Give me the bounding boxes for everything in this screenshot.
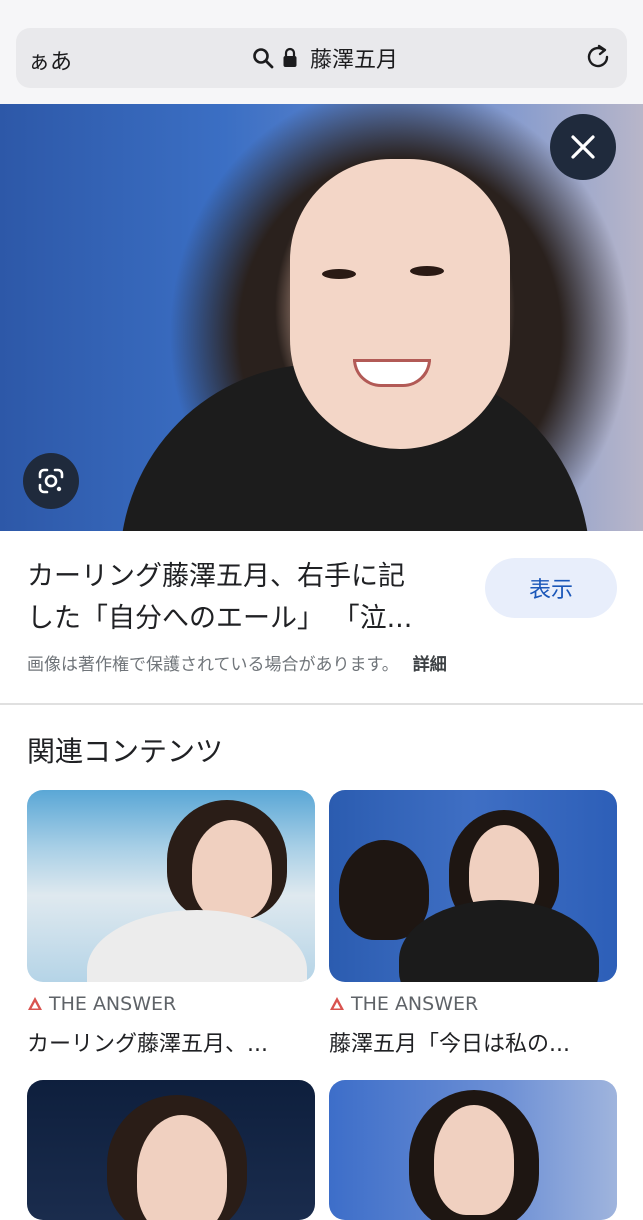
related-card-1-caption[interactable]: カーリング藤澤五月、... [27, 1026, 268, 1058]
preview-image[interactable] [0, 104, 643, 531]
divider [0, 703, 643, 705]
search-icon [253, 48, 274, 69]
image-title-line1: カーリング藤澤五月、右手に記 [27, 561, 405, 592]
related-card-4-face [434, 1105, 514, 1215]
google-lens-button[interactable] [23, 453, 79, 509]
text-size-button[interactable]: ぁあ [28, 44, 72, 76]
related-card-2-jacket [399, 900, 599, 982]
image-eye-right [410, 266, 444, 276]
image-title-line2: した「自分へのエール」 「泣... [27, 603, 413, 634]
source-triangle-icon [330, 997, 344, 1010]
related-card-2-source-label: THE ANSWER [351, 993, 479, 1015]
related-card-4-image[interactable] [329, 1080, 617, 1220]
address-bar[interactable]: ぁあ 藤澤五月 [16, 28, 627, 88]
image-title[interactable]: カーリング藤澤五月、右手に記 した「自分へのエール」 「泣... [27, 556, 457, 640]
copyright-note: 画像は著作権で保護されている場合があります。 詳細 [27, 650, 447, 675]
reload-icon[interactable] [583, 42, 613, 72]
url-display[interactable]: 藤澤五月 [252, 42, 398, 74]
related-card-2-caption[interactable]: 藤澤五月「今日は私の... [329, 1026, 570, 1058]
source-triangle-icon [28, 997, 42, 1010]
close-icon [571, 135, 595, 159]
show-button[interactable]: 表示 [485, 558, 617, 618]
close-button[interactable] [550, 114, 616, 180]
related-card-1-source-label: THE ANSWER [49, 993, 177, 1015]
copyright-text: 画像は著作権で保護されている場合があります。 [27, 655, 399, 675]
related-card-1-image[interactable] [27, 790, 315, 982]
related-card-2-image[interactable] [329, 790, 617, 982]
lock-icon [283, 47, 297, 67]
url-text: 藤澤五月 [310, 48, 399, 73]
google-lens-icon [38, 468, 64, 494]
related-card-2-source[interactable]: THE ANSWER [329, 993, 478, 1015]
browser-toolbar: ぁあ 藤澤五月 [0, 0, 643, 104]
details-link[interactable]: 詳細 [413, 655, 447, 675]
related-card-1-jacket [87, 910, 307, 982]
image-eye-left [322, 269, 356, 279]
related-card-1-source[interactable]: THE ANSWER [27, 993, 176, 1015]
image-face [290, 159, 510, 449]
related-card-1-face [192, 820, 272, 920]
related-card-2-second-person [339, 840, 429, 940]
related-card-3-image[interactable] [27, 1080, 315, 1220]
related-heading: 関連コンテンツ [27, 735, 224, 768]
